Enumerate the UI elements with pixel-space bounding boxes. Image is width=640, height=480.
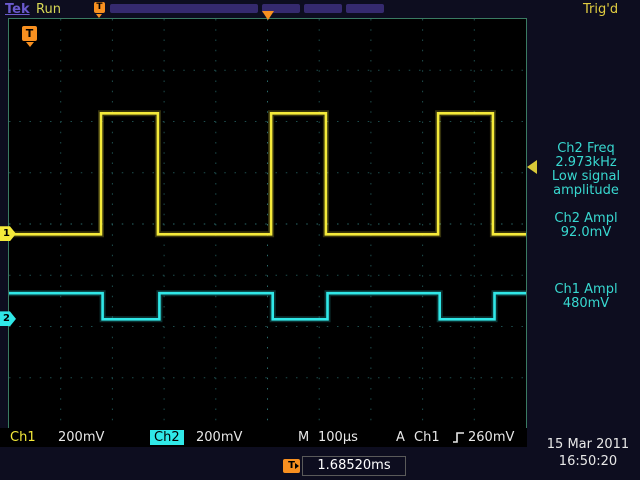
date-readout: 15 Mar 2011 [540, 437, 636, 452]
measurement-value: 2.973kHz [536, 156, 636, 170]
ch1-label: Ch1 [10, 430, 36, 445]
brand-logo: Tek [5, 2, 30, 17]
measurement-warning: Low signal [536, 170, 636, 184]
acquisition-state: Run [36, 2, 61, 17]
measurement-title: Ch1 Ampl [536, 283, 636, 297]
time-readout: 16:50:20 [540, 454, 636, 469]
trigger-position-arrow-icon [262, 11, 274, 20]
measurement-ch1-ampl: Ch1 Ampl 480mV [536, 283, 636, 311]
ch2-scale: 200mV [196, 430, 242, 445]
measurement-value: 92.0mV [536, 226, 636, 240]
trigger-source: Ch1 [414, 430, 440, 445]
measurement-title: Ch2 Freq [536, 142, 636, 156]
ch2-label: Ch2 [150, 430, 184, 445]
oscilloscope-screen: Tek Run T Trig'd T 1 2 Ch2 Freq 2.973kHz… [0, 0, 640, 480]
status-bar-segment [346, 4, 384, 13]
waveform-plot [9, 19, 526, 429]
trigger-level-value: 260mV [468, 430, 514, 445]
horizontal-position-readout: 1.68520ms [302, 456, 406, 476]
waveform-display [8, 18, 527, 430]
measurement-value: 480mV [536, 297, 636, 311]
rising-edge-icon [452, 431, 465, 444]
readout-bar: Ch1 200mV Ch2 200mV M 100µs A Ch1 260mV [0, 428, 527, 447]
ch1-scale: 200mV [58, 430, 104, 445]
timebase-value: 100µs [318, 430, 358, 445]
trigger-time-marker-icon: T [22, 26, 37, 41]
horizontal-position-icon: T [283, 459, 300, 473]
measurement-title: Ch2 Ampl [536, 212, 636, 226]
trigger-status: Trig'd [583, 2, 618, 17]
trigger-time-marker-arrow-icon [26, 42, 34, 47]
measurement-warning: amplitude [536, 184, 636, 198]
right-arrow-icon [295, 463, 299, 469]
status-bar-segment [304, 4, 342, 13]
trigger-marker-icon: T [94, 2, 105, 13]
status-bar-segment [110, 4, 258, 13]
trigger-letter: T [288, 460, 295, 471]
timebase-label: M [298, 430, 309, 445]
measurement-ch2-ampl: Ch2 Ampl 92.0mV [536, 212, 636, 240]
measurement-ch2-freq: Ch2 Freq 2.973kHz Low signal amplitude [536, 142, 636, 198]
trigger-mode-label: A [396, 430, 405, 445]
